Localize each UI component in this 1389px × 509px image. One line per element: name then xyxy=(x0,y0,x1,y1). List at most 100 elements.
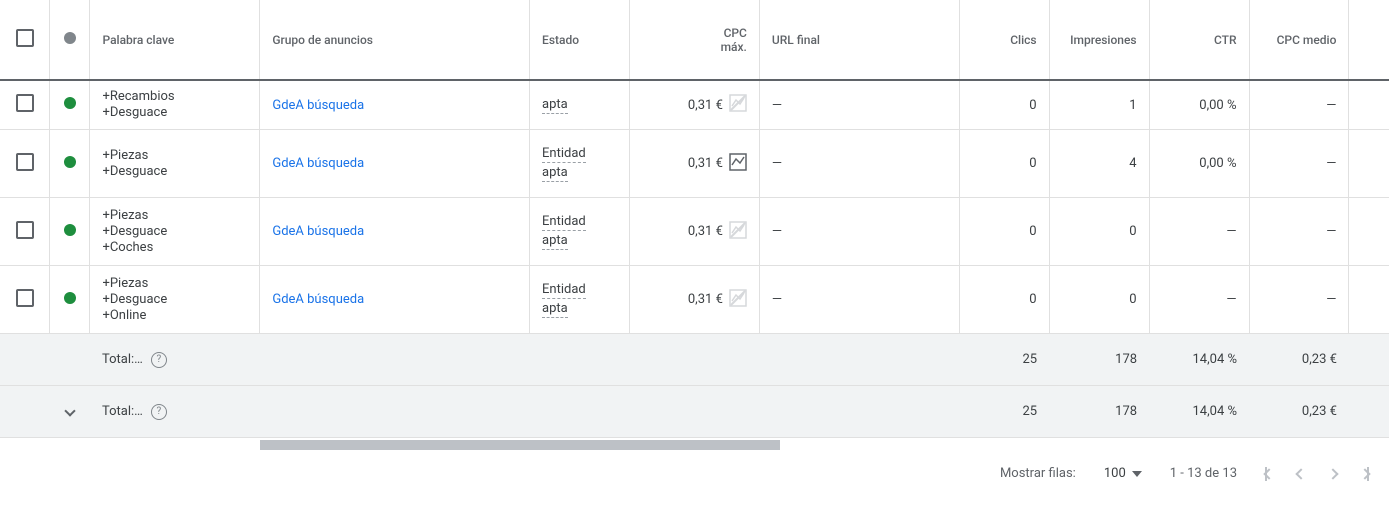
keyword-line: +Piezas xyxy=(102,148,247,164)
chart-icon[interactable] xyxy=(729,94,747,116)
status-dot-icon xyxy=(64,292,76,304)
total-ctr: 14,04 % xyxy=(1149,334,1249,386)
row-checkbox[interactable] xyxy=(16,153,34,171)
status-line: Entidad xyxy=(542,213,586,231)
total-clicks: 25 xyxy=(959,386,1049,438)
ctr-value: — xyxy=(1149,266,1249,334)
table-footer: Mostrar filas: 100 1 - 13 de 13 xyxy=(0,452,1389,495)
header-final-url[interactable]: URL final xyxy=(759,0,959,80)
status-cell[interactable]: Entidadapta xyxy=(530,198,630,266)
status-dot-icon xyxy=(64,32,76,44)
keyword-cell[interactable]: +Piezas+Desguace xyxy=(90,130,260,198)
header-cpc-avg[interactable]: CPC medio xyxy=(1249,0,1349,80)
table-row: +Piezas+Desguace+Online GdeA búsqueda Enti… xyxy=(0,266,1389,334)
row-checkbox[interactable] xyxy=(16,221,34,239)
header-ctr[interactable]: CTR xyxy=(1149,0,1249,80)
ctr-value: — xyxy=(1149,198,1249,266)
help-icon[interactable]: ? xyxy=(151,352,167,368)
status-dot-icon xyxy=(64,97,76,109)
status-cell[interactable]: Entidadapta xyxy=(530,266,630,334)
cpc-value[interactable]: 0,31 € xyxy=(688,98,723,113)
total-label: Total:…? xyxy=(102,352,167,368)
chart-icon[interactable] xyxy=(729,153,747,175)
total-cpc-avg: 0,23 € xyxy=(1249,334,1349,386)
rows-per-page-label: Mostrar filas: xyxy=(1000,466,1076,481)
status-line: Entidad xyxy=(542,145,586,163)
table-row: +Piezas+Desguace+Coches GdeA búsqueda Enti… xyxy=(0,198,1389,266)
total-cpc-avg: 0,23 € xyxy=(1249,386,1349,438)
clicks-value: 0 xyxy=(959,80,1049,130)
pagination-controls xyxy=(1265,467,1369,481)
keyword-cell[interactable]: +Recambios+Desguace xyxy=(90,80,260,130)
final-url-value: — xyxy=(772,224,782,239)
header-keyword[interactable]: Palabra clave xyxy=(90,0,260,80)
final-url-value: — xyxy=(772,156,782,171)
chart-icon[interactable] xyxy=(729,289,747,311)
header-cpc-max-l2: máx. xyxy=(642,40,747,54)
cpc-avg-value: — xyxy=(1249,130,1349,198)
ctr-value: 0,00 % xyxy=(1149,130,1249,198)
keyword-line: +Piezas xyxy=(102,208,247,224)
cpc-value[interactable]: 0,31 € xyxy=(688,292,723,307)
header-adgroup[interactable]: Grupo de anuncios xyxy=(260,0,530,80)
status-line: apta xyxy=(542,232,568,250)
chart-icon[interactable] xyxy=(729,221,747,243)
total-label: Total:…? xyxy=(102,404,167,420)
status-line: apta xyxy=(542,300,568,318)
rows-per-page-select[interactable]: 100 xyxy=(1104,466,1142,481)
keyword-line: +Desguace xyxy=(102,292,247,308)
row-checkbox[interactable] xyxy=(16,94,34,112)
prev-page-button[interactable] xyxy=(1297,470,1305,478)
header-cpc-max-l1: CPC xyxy=(642,26,747,40)
keyword-line: +Desguace xyxy=(102,105,247,121)
status-cell[interactable]: apta xyxy=(530,80,630,130)
cpc-avg-value: — xyxy=(1249,80,1349,130)
next-page-button[interactable] xyxy=(1329,470,1337,478)
clicks-value: 0 xyxy=(959,198,1049,266)
keyword-line: +Online xyxy=(102,308,247,324)
keyword-line: +Piezas xyxy=(102,276,247,292)
header-extra xyxy=(1349,0,1389,80)
first-page-button[interactable] xyxy=(1265,467,1273,481)
header-status-dot xyxy=(50,0,90,80)
status-cell[interactable]: Entidadapta xyxy=(530,130,630,198)
select-all-checkbox[interactable] xyxy=(16,29,34,47)
scrollbar-thumb[interactable] xyxy=(260,440,780,450)
total-clicks: 25 xyxy=(959,334,1049,386)
impressions-value: 0 xyxy=(1049,198,1149,266)
last-page-button[interactable] xyxy=(1361,467,1369,481)
help-icon[interactable]: ? xyxy=(151,404,167,420)
adgroup-link[interactable]: GdeA búsqueda xyxy=(272,156,364,171)
final-url-value: — xyxy=(772,98,782,113)
impressions-value: 1 xyxy=(1049,80,1149,130)
header-status[interactable]: Estado xyxy=(530,0,630,80)
status-dot-icon xyxy=(64,156,76,168)
status-line: apta xyxy=(542,96,568,114)
keywords-table: Palabra clave Grupo de anuncios Estado C… xyxy=(0,0,1389,438)
header-checkbox-cell xyxy=(0,0,50,80)
total-impressions: 178 xyxy=(1049,334,1149,386)
keyword-cell[interactable]: +Piezas+Desguace+Coches xyxy=(90,198,260,266)
horizontal-scrollbar[interactable] xyxy=(0,438,1389,452)
header-impressions[interactable]: Impresiones xyxy=(1049,0,1149,80)
total-ctr: 14,04 % xyxy=(1149,386,1249,438)
adgroup-link[interactable]: GdeA búsqueda xyxy=(272,98,364,113)
table-header-row: Palabra clave Grupo de anuncios Estado C… xyxy=(0,0,1389,80)
header-cpc-max[interactable]: CPC máx. xyxy=(629,0,759,80)
keyword-cell[interactable]: +Piezas+Desguace+Online xyxy=(90,266,260,334)
cpc-value[interactable]: 0,31 € xyxy=(688,156,723,171)
status-line: apta xyxy=(542,164,568,182)
adgroup-link[interactable]: GdeA búsqueda xyxy=(272,224,364,239)
chevron-down-icon[interactable] xyxy=(64,405,75,416)
cpc-value[interactable]: 0,31 € xyxy=(688,224,723,239)
total-impressions: 178 xyxy=(1049,386,1149,438)
clicks-value: 0 xyxy=(959,130,1049,198)
ctr-value: 0,00 % xyxy=(1149,80,1249,130)
row-checkbox[interactable] xyxy=(16,289,34,307)
rows-per-page-value: 100 xyxy=(1104,466,1126,481)
keyword-line: +Desguace xyxy=(102,224,247,240)
impressions-value: 4 xyxy=(1049,130,1149,198)
header-clicks[interactable]: Clics xyxy=(959,0,1049,80)
pagination-range: 1 - 13 de 13 xyxy=(1170,466,1237,481)
adgroup-link[interactable]: GdeA búsqueda xyxy=(272,292,364,307)
